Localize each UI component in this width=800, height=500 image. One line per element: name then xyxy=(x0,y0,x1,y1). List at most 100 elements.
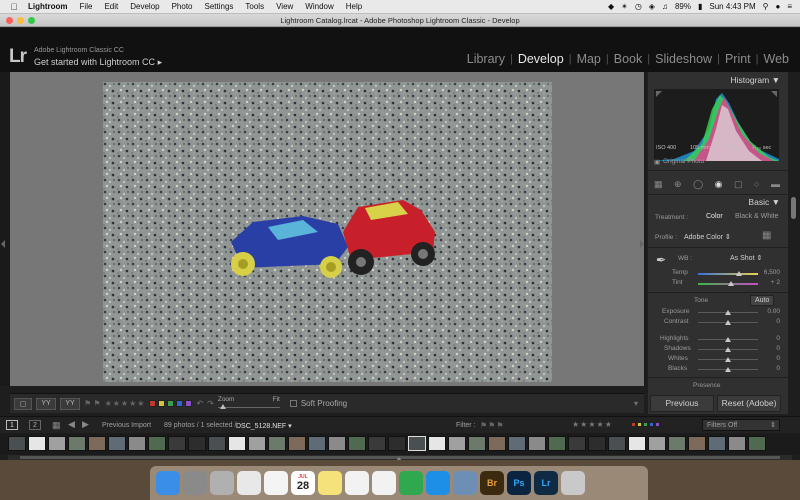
zoom-slider-knob[interactable] xyxy=(219,403,226,409)
finder-icon[interactable] xyxy=(156,471,180,495)
menu-photo[interactable]: Photo xyxy=(166,2,199,11)
filmstrip[interactable] xyxy=(0,433,800,455)
module-develop[interactable]: Develop xyxy=(513,52,569,66)
filmstrip-source[interactable]: Previous Import xyxy=(102,422,151,429)
filmstrip-thumbnail[interactable] xyxy=(568,436,586,451)
bridge-icon[interactable]: Br xyxy=(480,471,504,495)
flag-icon[interactable]: ⚑ ⚑ xyxy=(84,399,101,408)
filmstrip-thumbnail[interactable] xyxy=(288,436,306,451)
filmstrip-thumbnail[interactable] xyxy=(268,436,286,451)
star-rating[interactable]: ★★★★★ xyxy=(105,399,146,408)
minimize-window-button[interactable] xyxy=(17,17,24,24)
filmstrip-thumbnail[interactable] xyxy=(88,436,106,451)
filmstrip-thumbnail[interactable] xyxy=(548,436,566,451)
notification-center-icon[interactable]: ≡ xyxy=(787,2,792,11)
menu-app-name[interactable]: Lightroom xyxy=(22,2,74,11)
spot-removal-icon[interactable]: ⊕ xyxy=(674,179,682,190)
back-arrow-icon[interactable]: ◀ xyxy=(68,419,75,430)
filmstrip-thumbnail[interactable] xyxy=(228,436,246,451)
yellow-label-swatch[interactable] xyxy=(158,400,166,407)
soft-proofing-checkbox[interactable] xyxy=(289,400,297,407)
loupe-canvas[interactable] xyxy=(10,72,644,386)
module-web[interactable]: Web xyxy=(759,52,794,66)
zoom-slider-track[interactable] xyxy=(217,406,280,408)
contrast-value[interactable]: 0 xyxy=(752,318,780,325)
module-slideshow[interactable]: Slideshow xyxy=(650,52,717,66)
get-started-link[interactable]: Get started with Lightroom CC ▸ xyxy=(34,57,162,68)
notes-icon[interactable] xyxy=(318,471,342,495)
filmstrip-thumbnail[interactable] xyxy=(628,436,646,451)
blacks-slider-knob[interactable] xyxy=(725,367,731,372)
filmstrip-thumbnail[interactable] xyxy=(308,436,326,451)
menu-view[interactable]: View xyxy=(270,2,299,11)
menu-edit[interactable]: Edit xyxy=(98,2,124,11)
wifi-icon[interactable]: ◈ xyxy=(649,2,655,11)
filmstrip-thumbnail[interactable] xyxy=(748,436,766,451)
clock[interactable]: Sun 4:43 PM xyxy=(709,2,755,11)
menu-tools[interactable]: Tools xyxy=(239,2,270,11)
menu-settings[interactable]: Settings xyxy=(199,2,240,11)
itunes-icon[interactable] xyxy=(372,471,396,495)
volume-icon[interactable]: ♫ xyxy=(662,2,668,11)
red-label-swatch[interactable] xyxy=(149,400,157,407)
temp-slider-knob[interactable] xyxy=(736,271,742,276)
reminders-icon[interactable] xyxy=(345,471,369,495)
highlights-value[interactable]: 0 xyxy=(752,335,780,342)
filmstrip-filename[interactable]: DSC_5128.NEF ▾ xyxy=(236,422,292,430)
filmstrip-thumbnail[interactable] xyxy=(208,436,226,451)
tint-value[interactable]: + 2 xyxy=(752,279,780,286)
chrome-icon[interactable] xyxy=(237,471,261,495)
filmstrip-thumbnail[interactable] xyxy=(448,436,466,451)
histogram-header[interactable]: Histogram ▼ xyxy=(730,75,780,85)
reset-button[interactable]: Reset (Adobe) xyxy=(717,395,781,412)
calendar-icon[interactable]: JUL 28 xyxy=(291,471,315,495)
left-panel-toggle-icon[interactable] xyxy=(1,240,5,248)
battery-icon[interactable]: ▮ xyxy=(698,2,702,11)
right-panel-scrollbar[interactable] xyxy=(788,72,800,414)
temp-value[interactable]: 6,500 xyxy=(752,269,780,276)
wb-dropdown[interactable]: As Shot ⇕ xyxy=(730,254,762,262)
toolbar-menu-icon[interactable]: ▾ xyxy=(634,399,638,408)
previous-button[interactable]: Previous xyxy=(650,395,714,412)
filmstrip-thumbnail[interactable] xyxy=(68,436,86,451)
before-after-mode-button[interactable]: YY xyxy=(60,397,80,410)
red-eye-icon[interactable]: ◯ xyxy=(693,179,703,190)
highlights-slider-knob[interactable] xyxy=(725,337,731,342)
system-preferences-icon[interactable] xyxy=(183,471,207,495)
user-icon[interactable]: ● xyxy=(775,2,780,11)
filmstrip-thumbnail[interactable] xyxy=(348,436,366,451)
photo-preview[interactable] xyxy=(103,82,552,382)
filter-flags[interactable]: ⚑⚑⚑ xyxy=(480,421,505,430)
color-labels[interactable] xyxy=(149,400,193,407)
blacks-value[interactable]: 0 xyxy=(752,365,780,372)
right-panel-scroll-thumb[interactable] xyxy=(791,197,796,219)
module-print[interactable]: Print xyxy=(720,52,756,66)
auto-tone-button[interactable]: Auto xyxy=(750,295,775,306)
preview-icon[interactable] xyxy=(453,471,477,495)
trash-icon[interactable] xyxy=(561,471,585,495)
blue-label-swatch[interactable] xyxy=(176,400,184,407)
filmstrip-thumbnail[interactable] xyxy=(468,436,486,451)
filter-yellow-swatch[interactable] xyxy=(638,423,641,426)
photoshop-icon[interactable]: Ps xyxy=(507,471,531,495)
profile-browser-icon[interactable]: ▦ xyxy=(762,230,771,241)
filter-preset-dropdown[interactable]: Filters Off ⇕ xyxy=(702,419,780,431)
adjustment-brush-icon[interactable]: ○ xyxy=(754,179,759,189)
close-window-button[interactable] xyxy=(6,17,13,24)
apple-icon[interactable]:  xyxy=(6,2,22,12)
filter-color-labels[interactable] xyxy=(632,423,659,426)
filmstrip-thumbnail[interactable] xyxy=(248,436,266,451)
graduated-filter-icon[interactable]: ◉ xyxy=(715,179,723,190)
time-machine-icon[interactable]: ◷ xyxy=(635,2,642,11)
filmstrip-thumbnail[interactable] xyxy=(708,436,726,451)
shadows-slider-knob[interactable] xyxy=(725,347,731,352)
app-store-icon[interactable] xyxy=(426,471,450,495)
filmstrip-thumbnail[interactable] xyxy=(368,436,386,451)
filmstrip-thumbnail[interactable] xyxy=(588,436,606,451)
grid-view-icon[interactable]: ▦ xyxy=(52,420,61,431)
filmstrip-thumbnail[interactable] xyxy=(528,436,546,451)
tint-slider-knob[interactable] xyxy=(728,281,734,286)
green-label-swatch[interactable] xyxy=(167,400,175,407)
rotate-right-icon[interactable]: ↷ xyxy=(207,399,214,408)
filmstrip-thumbnail[interactable] xyxy=(8,436,26,451)
